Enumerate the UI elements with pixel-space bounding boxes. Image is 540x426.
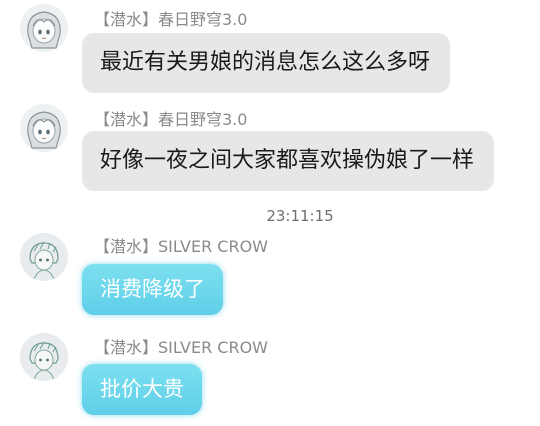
sender-name: 【潜水】春日野穹3.0	[94, 110, 248, 129]
sender-name: 【潜水】SILVER CROW	[94, 338, 268, 357]
message-bubble[interactable]: 最近有关男娘的消息怎么这么多呀	[82, 33, 451, 93]
message-bubble[interactable]: 好像一夜之间大家都喜欢操伪娘了一样	[82, 131, 495, 191]
message-timestamp: 23:11:15	[266, 207, 334, 225]
sketch-character-avatar-icon[interactable]	[20, 233, 68, 281]
sender-name: 【潜水】SILVER CROW	[94, 237, 268, 256]
sketch-character-avatar-icon[interactable]	[20, 333, 68, 381]
sender-name: 【潜水】春日野穹3.0	[94, 10, 248, 29]
message-bubble[interactable]: 批价大贵	[82, 364, 202, 415]
anime-girl-avatar-icon[interactable]	[20, 104, 68, 152]
anime-girl-avatar-icon[interactable]	[20, 4, 68, 52]
message-bubble[interactable]: 消费降级了	[82, 264, 223, 315]
